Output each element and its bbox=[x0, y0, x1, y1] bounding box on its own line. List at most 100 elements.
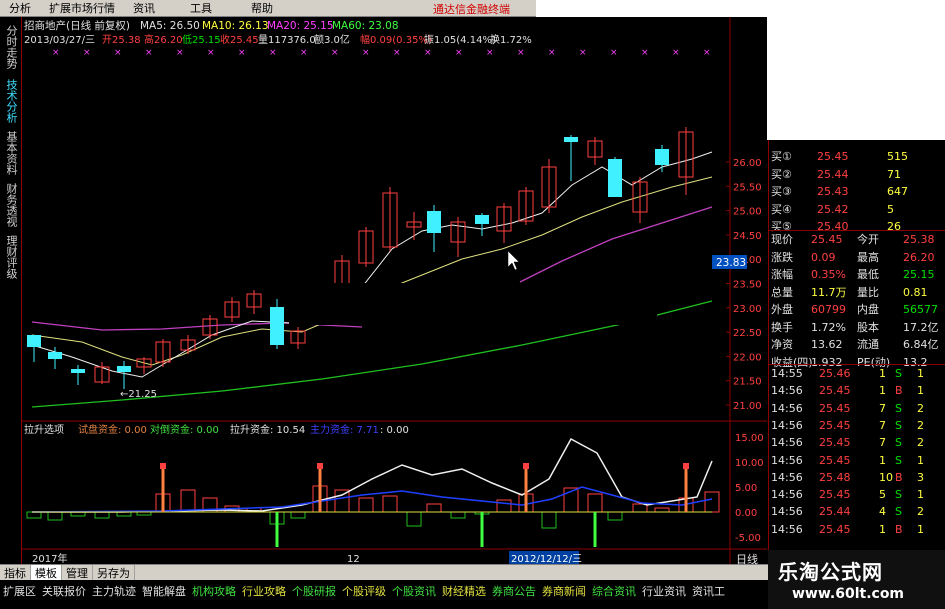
menu-help[interactable]: 帮助 bbox=[221, 0, 282, 16]
tick-count: 2 bbox=[917, 418, 924, 432]
nav-item[interactable]: 智能解盘 bbox=[139, 583, 189, 599]
marker-x: × bbox=[145, 48, 153, 58]
nav-item[interactable]: 主力轨迹 bbox=[89, 583, 139, 599]
nav-item[interactable]: 扩展区 bbox=[0, 583, 39, 599]
nav-item[interactable]: 资讯工 bbox=[689, 583, 728, 599]
candle-body-down bbox=[427, 211, 441, 233]
indicator-extra: : 0.00 bbox=[380, 425, 409, 436]
spike-marker bbox=[160, 463, 166, 469]
tab-indicator[interactable]: 指标 bbox=[0, 564, 31, 581]
tick-side: S bbox=[895, 453, 902, 467]
nav-item[interactable]: 财经精选 bbox=[439, 583, 489, 599]
marker-x: × bbox=[331, 48, 339, 58]
menu-ext-market[interactable]: 扩展市场行情 bbox=[40, 0, 124, 16]
candle-body-down bbox=[475, 215, 489, 224]
nav-item[interactable]: 行业资讯 bbox=[639, 583, 689, 599]
marker-x: × bbox=[455, 48, 463, 58]
tick-volume: 1 bbox=[879, 522, 886, 536]
menu-analysis[interactable]: 分析 bbox=[0, 0, 40, 16]
stat-label: 最低 bbox=[857, 268, 879, 281]
price-tick-label: 24.50 bbox=[733, 231, 762, 242]
tick-count: 3 bbox=[917, 470, 924, 484]
header-turnover: 换1.72% bbox=[490, 33, 532, 46]
tab-financials[interactable]: 财务透视 bbox=[3, 183, 19, 227]
tick-volume: 10 bbox=[879, 470, 893, 484]
tick-count: 1 bbox=[917, 367, 924, 380]
tick-time: 14:56 bbox=[771, 505, 803, 519]
tick-side: S bbox=[895, 367, 902, 380]
marker-x: × bbox=[486, 48, 494, 58]
tick-volume: 4 bbox=[879, 505, 886, 519]
header-close: 收25.45 bbox=[220, 33, 259, 46]
tab-intraday[interactable]: 分时走势 bbox=[3, 25, 19, 69]
nav-item[interactable]: 个股资讯 bbox=[389, 583, 439, 599]
indicator-main: 主力资金: 7.71 bbox=[310, 423, 379, 436]
stat-label: 最高 bbox=[857, 250, 879, 264]
tick-side: B bbox=[895, 470, 903, 484]
marker-x: × bbox=[424, 48, 432, 58]
stat-row: 换手 1.72% 股本 17.2亿 bbox=[769, 319, 945, 336]
tick-price: 25.45 bbox=[819, 488, 851, 502]
tick-price: 25.48 bbox=[819, 470, 851, 484]
tab-template[interactable]: 模板 bbox=[31, 564, 62, 581]
ind-tick-label: 5.00 bbox=[735, 483, 757, 494]
marker-x: × bbox=[83, 48, 91, 58]
tab-manage[interactable]: 管理 bbox=[62, 564, 93, 581]
candle-body-down bbox=[117, 366, 131, 372]
tab-fundamentals[interactable]: 基本资料 bbox=[3, 131, 19, 175]
stat-label: 涨跌 bbox=[771, 250, 793, 264]
tick-row: 14:56 25.45 7 S 2 bbox=[769, 417, 945, 434]
bid-row: 买④ 25.42 5 bbox=[769, 201, 945, 218]
marker-x: × bbox=[703, 48, 711, 58]
tick-count: 1 bbox=[917, 488, 924, 502]
stat-label: 现价 bbox=[771, 233, 793, 246]
period-label[interactable]: 日线 bbox=[736, 551, 758, 567]
price-tick-label: 22.00 bbox=[733, 352, 762, 363]
nav-item[interactable]: 券商公告 bbox=[489, 583, 539, 599]
tab-save-as[interactable]: 另存为 bbox=[93, 564, 135, 581]
stat-value: 0.81 bbox=[903, 285, 928, 299]
nav-item[interactable]: 综合资讯 bbox=[589, 583, 639, 599]
tick-row: 14:56 25.44 4 S 2 bbox=[769, 503, 945, 520]
tick-row: 14:56 25.45 1 B 1 bbox=[769, 521, 945, 538]
nav-item[interactable]: 机构攻略 bbox=[189, 583, 239, 599]
menu-tools[interactable]: 工具 bbox=[164, 0, 221, 16]
promo-text[interactable]: 通达信金融终端 bbox=[433, 1, 510, 16]
stat-value: 17.2亿 bbox=[903, 320, 939, 334]
tab-technical[interactable]: 技术分析 bbox=[3, 79, 19, 123]
nav-item[interactable]: 个股评级 bbox=[339, 583, 389, 599]
marker-x: × bbox=[393, 48, 401, 58]
tick-row: 14:56 25.45 7 S 2 bbox=[769, 434, 945, 451]
nav-item[interactable]: 行业攻略 bbox=[239, 583, 289, 599]
stat-value: 11.7万 bbox=[811, 285, 847, 299]
tick-time: 14:56 bbox=[771, 453, 803, 467]
bid-volume: 515 bbox=[887, 150, 908, 163]
tick-side: S bbox=[895, 488, 902, 502]
left-vertical-tabs: 分时走势 技术分析 基本资料 财务透视 理财评级 bbox=[0, 17, 22, 564]
bid-label: 买④ bbox=[771, 202, 792, 216]
nav-item[interactable]: 个股研报 bbox=[289, 583, 339, 599]
tick-price: 25.45 bbox=[819, 384, 851, 398]
tick-side: S bbox=[895, 505, 902, 519]
ma10-value: MA10: 26.13 bbox=[202, 20, 269, 32]
stat-label: 外盘 bbox=[771, 303, 793, 316]
nav-item[interactable]: 关联报价 bbox=[39, 583, 89, 599]
menu-info[interactable]: 资讯 bbox=[124, 0, 164, 16]
ind-tick-label: 0.00 bbox=[735, 508, 757, 519]
panel-divider bbox=[769, 230, 945, 231]
nav-item[interactable]: 券商新闻 bbox=[539, 583, 589, 599]
tick-price: 25.45 bbox=[819, 401, 851, 415]
stat-row: 净资 13.62 流通 6.84亿 bbox=[769, 336, 945, 353]
watermark: 乐淘公式网 www.60lt.com bbox=[768, 550, 945, 609]
marker-x: × bbox=[610, 48, 618, 58]
header-low: 低25.15 bbox=[182, 33, 221, 46]
spike-marker bbox=[683, 463, 689, 469]
ma5-value: MA5: 26.50 bbox=[140, 20, 200, 32]
marker-x: × bbox=[672, 48, 680, 58]
tab-rating[interactable]: 理财评级 bbox=[3, 235, 19, 279]
tick-row: 14:56 25.48 10 B 3 bbox=[769, 469, 945, 486]
stat-row: 现价 25.45 今开 25.38 bbox=[769, 231, 945, 248]
bid-volume: 647 bbox=[887, 185, 908, 198]
ind-tick-label: -5.00 bbox=[735, 533, 761, 544]
ma20-value: MA20: 25.15 bbox=[267, 20, 334, 32]
